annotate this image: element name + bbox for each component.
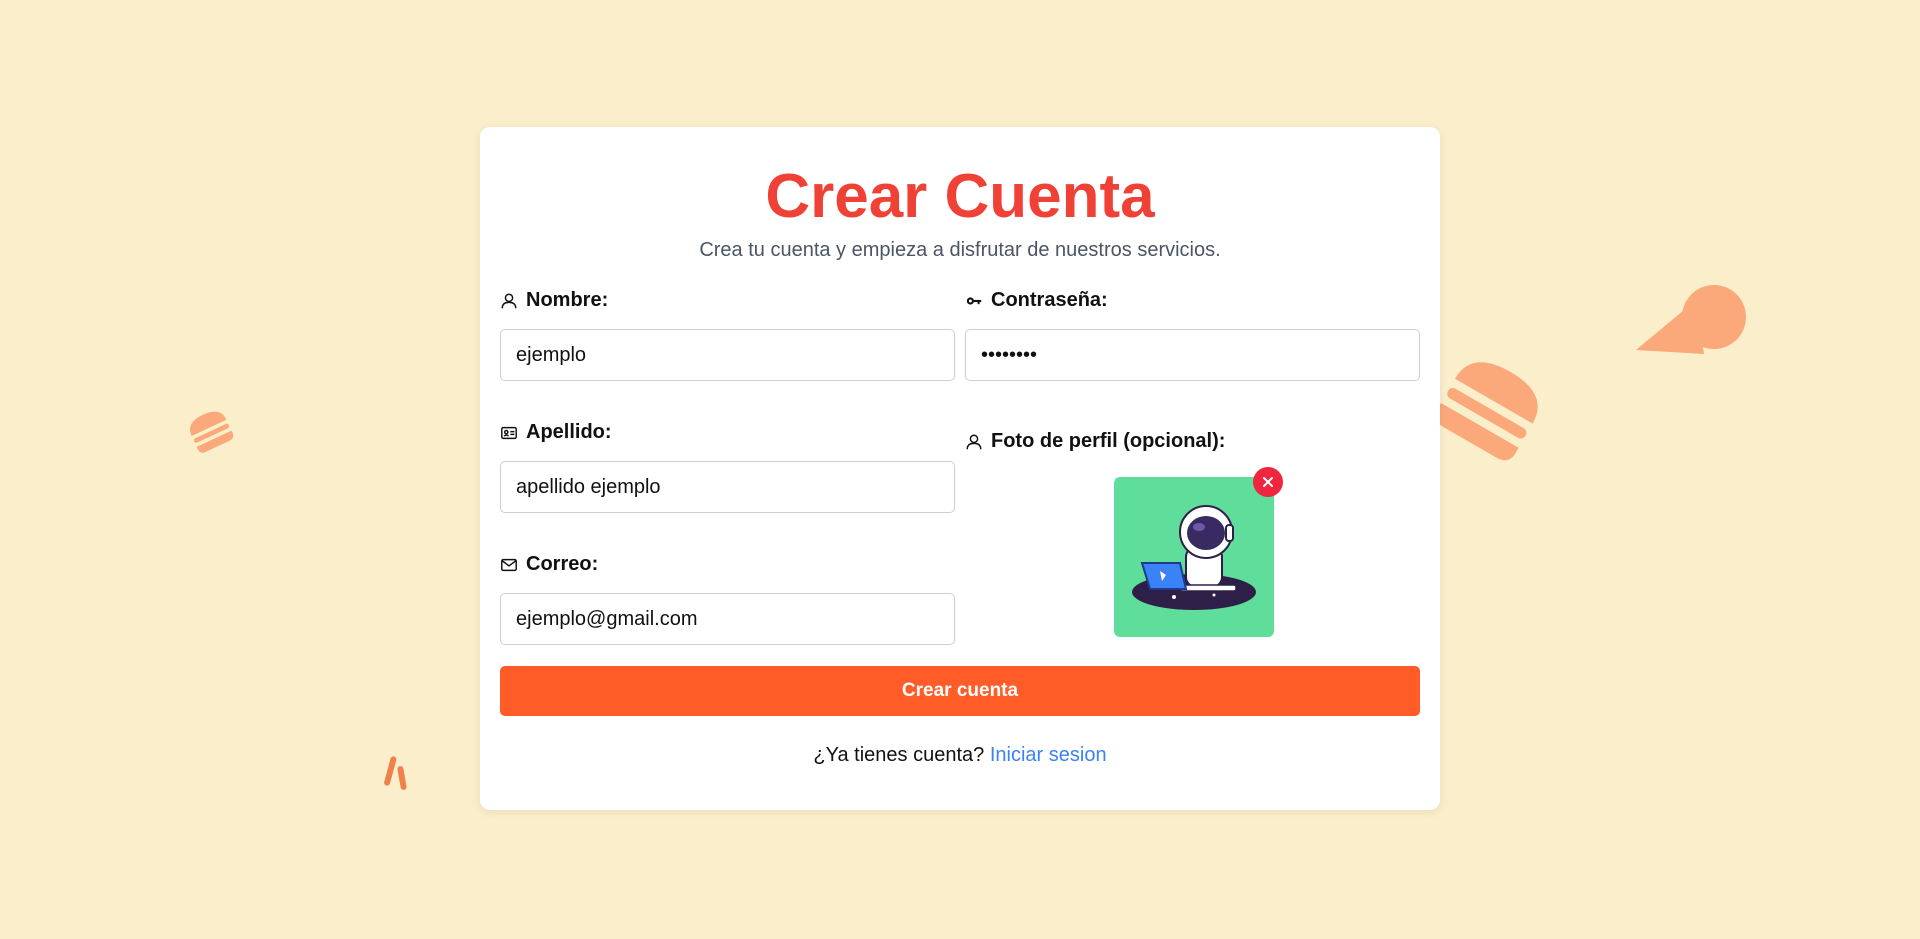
signup-card: Crear Cuenta Crea tu cuenta y empieza a … — [480, 127, 1440, 810]
foto-label: Foto de perfil (opcional): — [965, 430, 1225, 453]
burger-icon — [1435, 362, 1538, 461]
login-prompt: ¿Ya tienes cuenta? Iniciar sesion — [480, 744, 1440, 767]
burger-icon — [190, 411, 234, 453]
nombre-label-text: Nombre: — [526, 289, 609, 311]
ice-cream-icon — [1636, 285, 1746, 354]
user-icon — [966, 434, 982, 449]
apellido-label: Apellido: — [500, 421, 612, 444]
nombre-label: Nombre: — [500, 289, 608, 312]
correo-label: Correo: — [500, 553, 598, 576]
page-subtitle: Crea tu cuenta y empieza a disfrutar de … — [699, 239, 1221, 261]
create-account-button[interactable]: Crear cuenta — [500, 666, 1420, 716]
correo-input[interactable] — [500, 593, 955, 645]
mail-icon — [501, 558, 517, 571]
profile-photo-preview — [1114, 477, 1274, 637]
id-card-icon — [501, 426, 517, 439]
apellido-label-text: Apellido: — [526, 421, 612, 443]
remove-photo-button[interactable] — [1253, 467, 1283, 497]
contrasena-label-text: Contraseña: — [991, 289, 1108, 311]
astronaut-image — [1132, 505, 1256, 610]
foto-label-text: Foto de perfil (opcional): — [991, 430, 1226, 452]
nombre-input[interactable] — [500, 329, 955, 381]
contrasena-label: Contraseña: — [965, 289, 1108, 312]
key-icon — [966, 296, 982, 305]
apellido-input[interactable] — [500, 461, 955, 513]
password-input[interactable] — [965, 329, 1420, 381]
close-icon — [1263, 477, 1273, 487]
login-prompt-text: ¿Ya tienes cuenta? — [813, 744, 985, 766]
correo-label-text: Correo: — [526, 553, 599, 575]
login-link[interactable]: Iniciar sesion — [990, 744, 1107, 766]
fork-icon — [384, 756, 407, 790]
page-title: Crear Cuenta — [765, 162, 1155, 231]
user-icon — [501, 293, 517, 308]
